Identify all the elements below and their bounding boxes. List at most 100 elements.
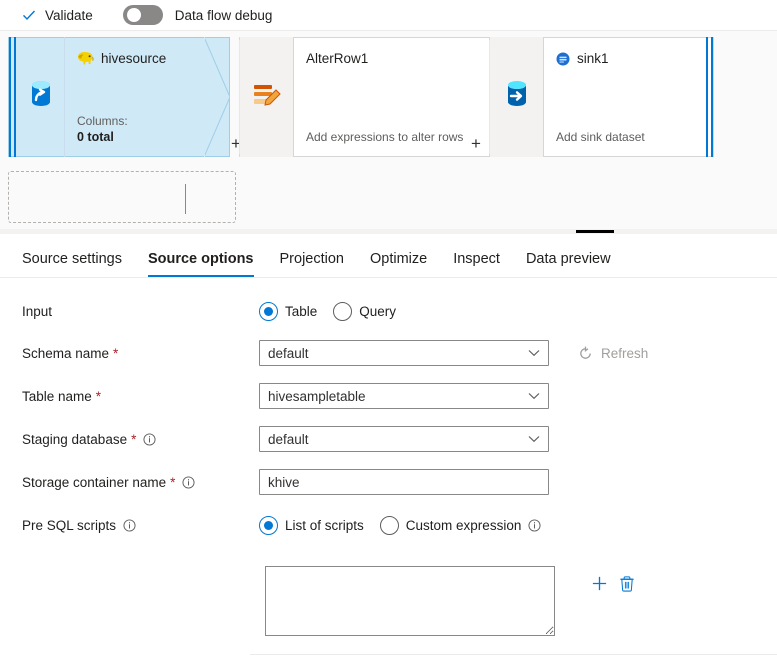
splitter-grip-handle[interactable] (576, 230, 614, 233)
radio-button (333, 302, 352, 321)
table-name-value: hivesampletable (268, 389, 528, 404)
radio-input-table[interactable]: Table (259, 302, 317, 321)
sink-edge-indicator (705, 37, 714, 157)
stream-drop-placeholder[interactable] (8, 171, 236, 223)
radio-input-query[interactable]: Query (333, 302, 396, 321)
chevron-down-icon (528, 392, 540, 400)
add-script-button[interactable] (585, 570, 613, 596)
sink-dataset-icon-area[interactable] (490, 37, 544, 157)
validate-label: Validate (45, 8, 93, 23)
node-title-row: AlterRow1 (306, 51, 506, 66)
chevron-down-icon (528, 435, 540, 443)
form-bottom-divider (250, 654, 777, 655)
node-subtext: Columns: 0 total (77, 113, 128, 145)
input-label: Input (22, 298, 52, 324)
schema-name-label: Schema name * (22, 340, 118, 366)
text-caret (185, 184, 186, 214)
node-title-row: sink1 (556, 51, 702, 66)
radio-label: List of scripts (285, 518, 364, 533)
chevron-down-icon (528, 349, 540, 357)
columns-label: Columns: (77, 113, 128, 129)
radio-label: Query (359, 304, 396, 319)
refresh-icon (578, 346, 593, 361)
tab-projection[interactable]: Projection (280, 251, 344, 277)
pre-sql-scripts-radio-group: List of scripts Custom expression (259, 512, 557, 538)
sink-database-icon (504, 80, 530, 115)
checkmark-icon (22, 8, 36, 22)
delete-script-button[interactable] (613, 570, 641, 596)
info-icon[interactable] (182, 476, 195, 489)
node-title-row: hivesource (77, 51, 218, 66)
node-content: AlterRow1 Add expressions to alter rows (294, 37, 518, 157)
refresh-button[interactable]: Refresh (578, 340, 648, 366)
data-flow-debug-label: Data flow debug (175, 8, 273, 23)
form-row-input: Input Table Query (0, 298, 777, 324)
form-row-pre-sql-scripts: Pre SQL scripts List of scripts Custom e… (0, 512, 777, 538)
toggle-knob (127, 8, 141, 22)
storage-container-name-value: khive (268, 475, 300, 490)
node-name: sink1 (577, 51, 609, 66)
input-radio-group: Table Query (259, 298, 412, 324)
radio-label: Table (285, 304, 317, 319)
columns-count: 0 total (77, 129, 128, 145)
pre-sql-script-textarea[interactable] (265, 566, 555, 636)
settings-tab-strip: Source settings Source options Projectio… (0, 238, 777, 278)
source-dataset-icon-area[interactable] (17, 37, 65, 157)
panel-splitter[interactable] (0, 229, 777, 234)
node-subtext: Add expressions to alter rows (306, 129, 463, 145)
staging-database-label: Staging database * (22, 426, 156, 452)
node-content: hivesource Columns: 0 total (65, 37, 230, 157)
alterrow-icon-area[interactable] (240, 37, 294, 157)
info-icon[interactable] (528, 519, 541, 532)
info-icon[interactable] (123, 519, 136, 532)
staging-database-dropdown[interactable]: default (259, 426, 549, 452)
pre-sql-scripts-label: Pre SQL scripts (22, 512, 136, 538)
tab-source-options[interactable]: Source options (148, 251, 254, 277)
radio-button (380, 516, 399, 535)
schema-name-value: default (268, 346, 528, 361)
storage-container-name-label: Storage container name * (22, 469, 195, 495)
radio-list-of-scripts[interactable]: List of scripts (259, 516, 364, 535)
radio-button (259, 516, 278, 535)
node-subtext: Add sink dataset (556, 129, 645, 145)
staging-database-value: default (268, 432, 528, 447)
source-database-icon (28, 80, 54, 115)
alter-row-icon (252, 82, 282, 113)
tab-optimize[interactable]: Optimize (370, 251, 427, 277)
storage-container-name-input[interactable]: khive (259, 469, 549, 495)
pre-sql-script-actions (585, 570, 641, 596)
form-row-staging-database: Staging database * default (0, 426, 777, 452)
node-content: sink1 Add sink dataset (544, 37, 714, 157)
tab-inspect[interactable]: Inspect (453, 251, 500, 277)
sink-badge-icon (556, 52, 570, 66)
hive-elephant-icon (77, 51, 94, 66)
flow-node-alterrow[interactable]: AlterRow1 Add expressions to alter rows … (240, 37, 518, 157)
required-asterisk: * (131, 432, 136, 447)
radio-label: Custom expression (406, 518, 522, 533)
node-selection-indicator (8, 37, 17, 157)
form-row-storage-container-name: Storage container name * khive (0, 469, 777, 495)
tab-source-settings[interactable]: Source settings (22, 251, 122, 277)
table-name-dropdown[interactable]: hivesampletable (259, 383, 549, 409)
node-name: AlterRow1 (306, 51, 368, 66)
required-asterisk: * (170, 475, 175, 490)
table-name-label: Table name * (22, 383, 101, 409)
refresh-label: Refresh (601, 346, 648, 361)
validate-button[interactable]: Validate (14, 0, 101, 31)
info-icon[interactable] (143, 433, 156, 446)
form-row-schema-name: Schema name * default Refresh (0, 340, 777, 366)
data-flow-debug-toggle[interactable] (123, 5, 163, 25)
node-name: hivesource (101, 51, 166, 66)
add-stream-after-alterrow-button[interactable]: + (471, 135, 481, 152)
form-row-table-name: Table name * hivesampletable (0, 383, 777, 409)
required-asterisk: * (96, 389, 101, 404)
tab-data-preview[interactable]: Data preview (526, 251, 611, 277)
radio-custom-expression[interactable]: Custom expression (380, 516, 542, 535)
command-bar: Validate Data flow debug (0, 0, 777, 31)
flow-node-source[interactable]: hivesource Columns: 0 total + (8, 37, 230, 157)
radio-button (259, 302, 278, 321)
required-asterisk: * (113, 346, 118, 361)
data-flow-canvas: hivesource Columns: 0 total + (0, 31, 777, 232)
flow-node-sink[interactable]: sink1 Add sink dataset (490, 37, 714, 157)
schema-name-dropdown[interactable]: default (259, 340, 549, 366)
